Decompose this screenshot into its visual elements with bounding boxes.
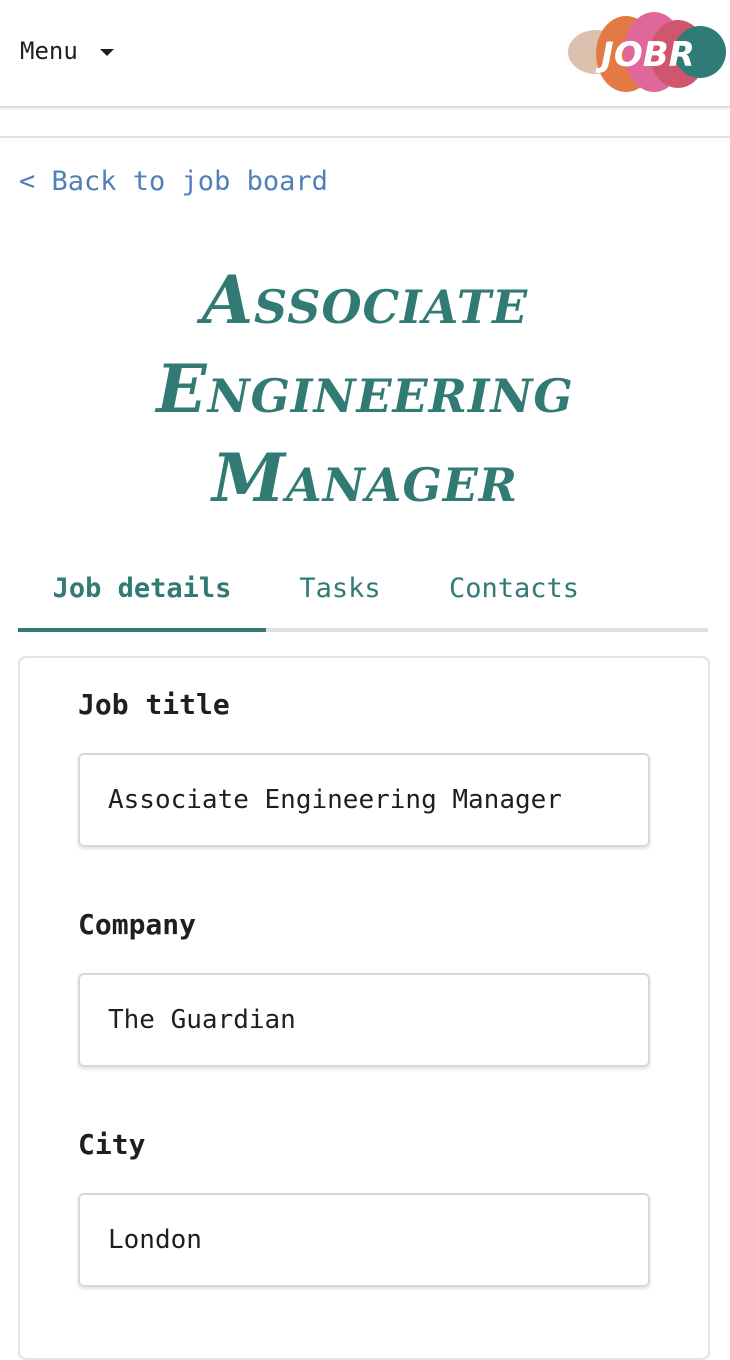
tab-job-details[interactable]: Job details bbox=[18, 548, 266, 632]
city-input[interactable] bbox=[78, 1193, 650, 1287]
logo-graphic: JOBR bbox=[568, 12, 726, 92]
tab-bar: Job details Tasks Contacts bbox=[18, 548, 708, 632]
back-to-job-board-link[interactable]: < Back to job board bbox=[19, 166, 328, 197]
logo-text: JOBR bbox=[595, 35, 695, 75]
company-label: Company bbox=[78, 908, 197, 941]
jobr-logo[interactable]: JOBR bbox=[566, 8, 726, 96]
job-title-input[interactable] bbox=[78, 753, 650, 847]
job-title-label: Job title bbox=[78, 688, 230, 721]
job-details-card: Job title Company City bbox=[18, 656, 710, 1360]
divider bbox=[0, 136, 730, 138]
tab-contacts[interactable]: Contacts bbox=[414, 548, 614, 628]
page-title: Associate Engineering Manager bbox=[156, 261, 574, 517]
menu-label: Menu bbox=[20, 37, 78, 65]
menu-button[interactable]: Menu bbox=[20, 34, 114, 68]
tab-tasks[interactable]: Tasks bbox=[266, 548, 414, 628]
caret-down-icon bbox=[99, 48, 114, 56]
company-input[interactable] bbox=[78, 973, 650, 1067]
top-header: Menu JOBR bbox=[0, 0, 730, 107]
city-label: City bbox=[78, 1128, 146, 1161]
